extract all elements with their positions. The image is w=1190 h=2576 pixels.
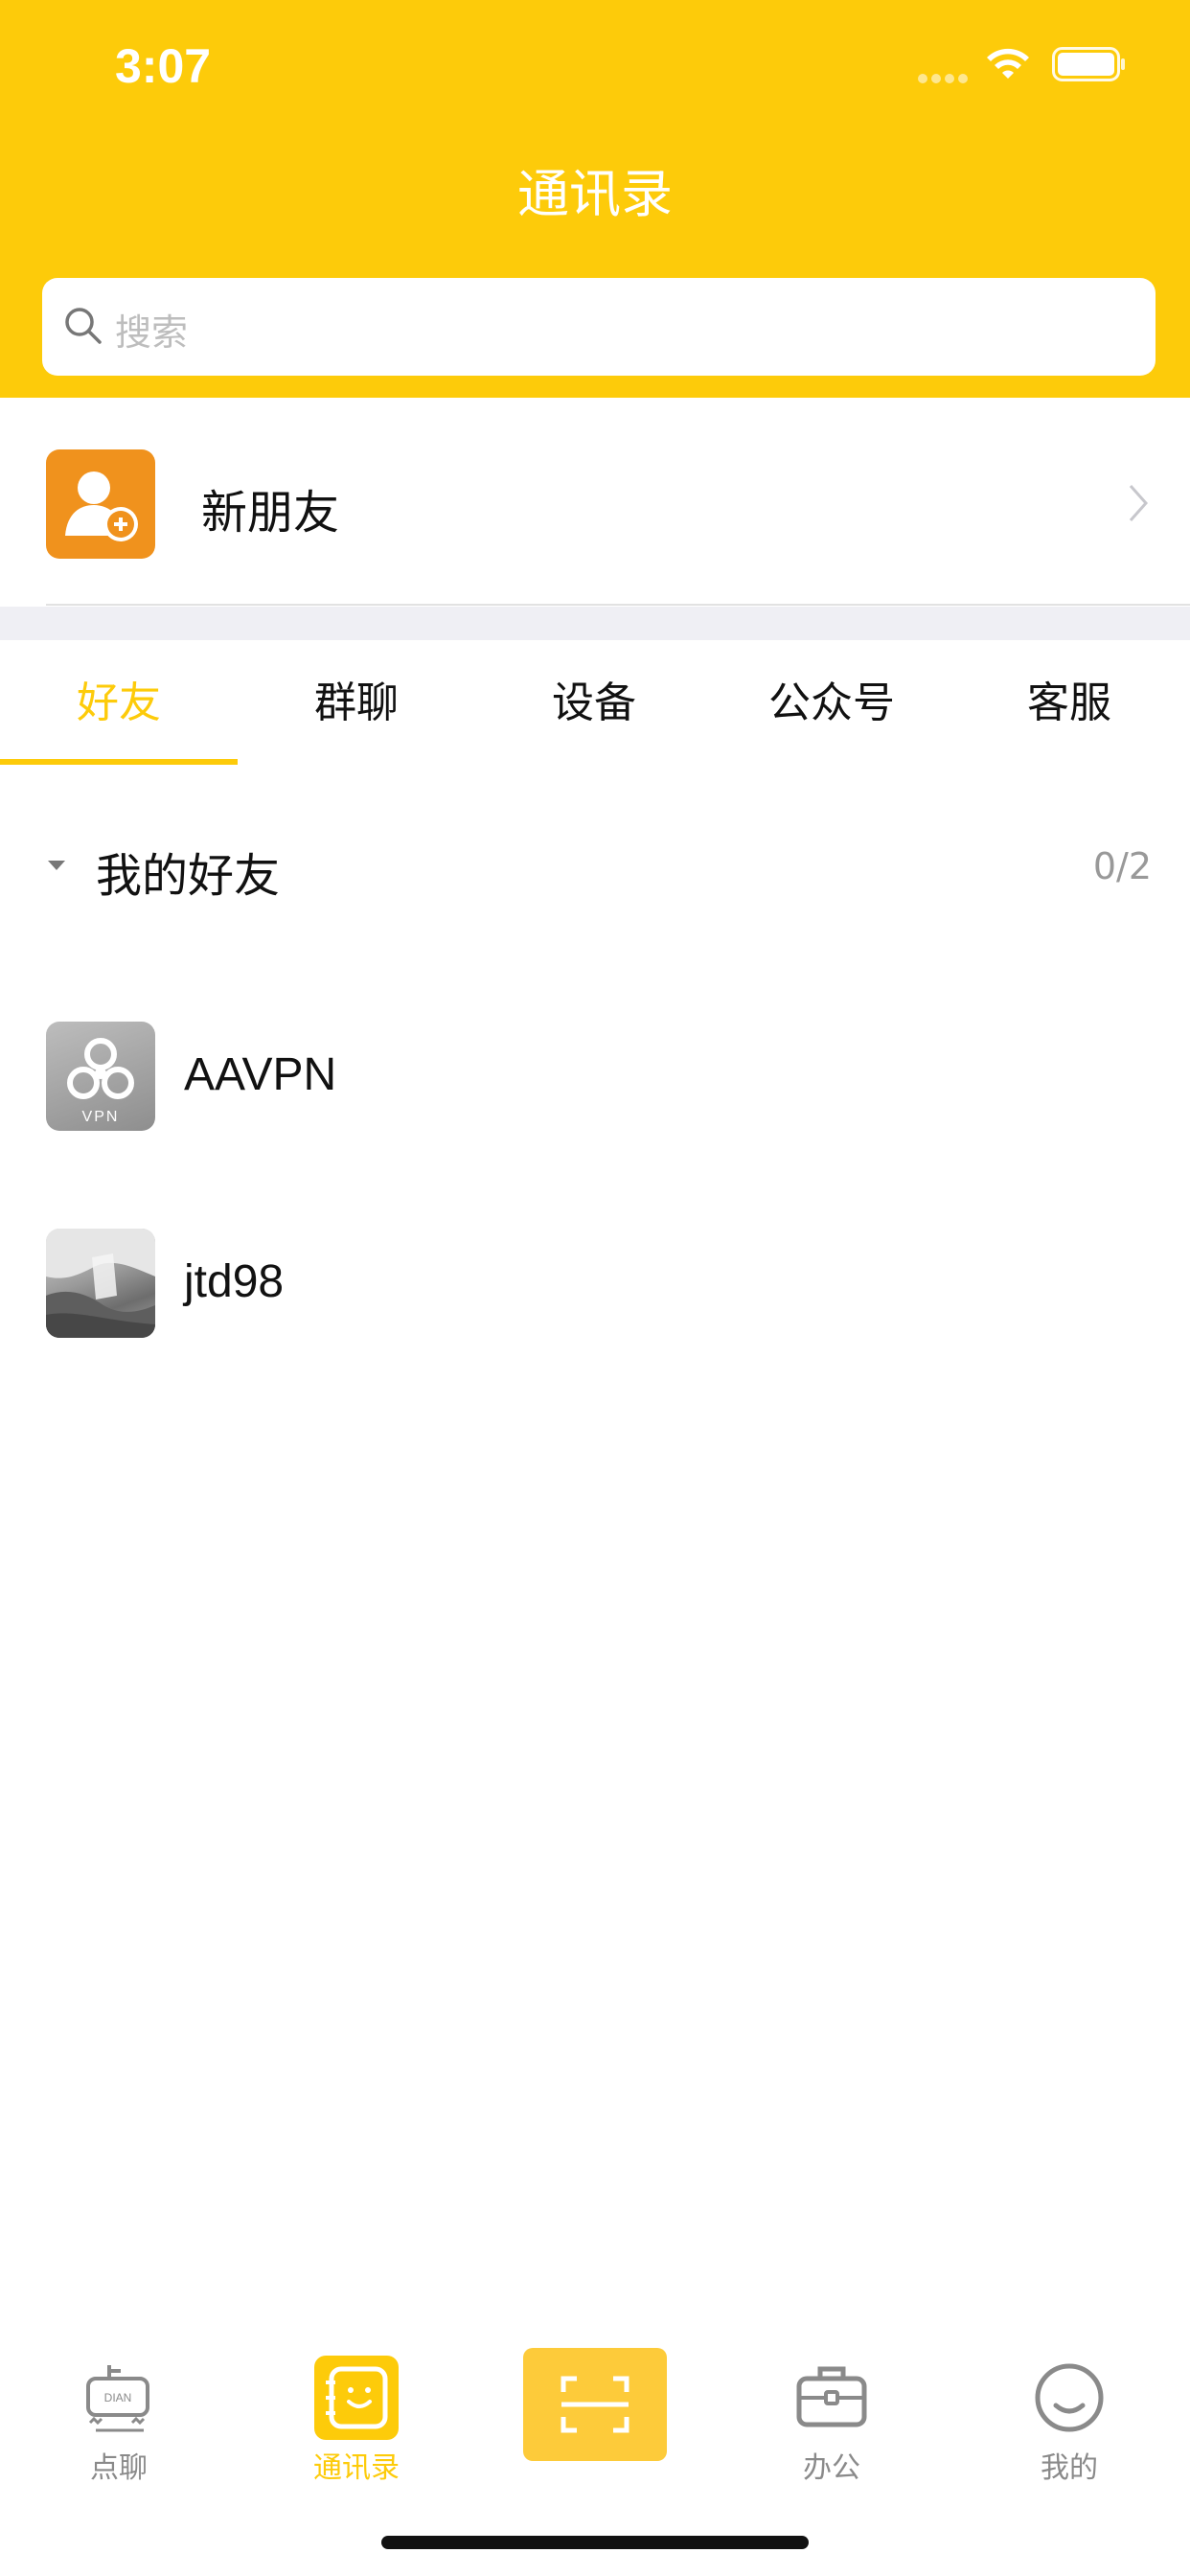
tab-label: 通讯录 — [313, 2451, 400, 2485]
contact-row[interactable]: jtd98 — [0, 1211, 1190, 1355]
tab-office[interactable]: 办公 — [713, 2329, 950, 2492]
search-icon — [65, 308, 102, 344]
vpn-avatar: VPN — [46, 1022, 155, 1131]
divider — [46, 604, 1190, 606]
search-placeholder: 搜索 — [115, 311, 189, 354]
home-indicator — [381, 2536, 809, 2549]
smiley-icon — [1035, 2363, 1104, 2432]
caret-down-icon — [48, 861, 65, 870]
tab-group-chats[interactable]: 群聊 — [238, 640, 475, 767]
group-count: 0/2 — [1092, 845, 1152, 887]
new-friends-row[interactable]: 新朋友 — [0, 398, 1190, 607]
wifi-icon — [987, 48, 1029, 79]
header: 3:07 通讯录 搜索 — [0, 0, 1190, 398]
scan-icon — [561, 2376, 629, 2433]
tab-me[interactable]: 我的 — [950, 2329, 1188, 2492]
section-gap — [0, 607, 1190, 640]
cellular-signal-icon — [918, 69, 972, 83]
battery-icon — [1052, 47, 1125, 81]
search-input[interactable]: 搜索 — [42, 278, 1156, 376]
tab-customer-service[interactable]: 客服 — [950, 640, 1188, 767]
contacts-book-icon — [314, 2356, 399, 2440]
svg-text:DIAN: DIAN — [104, 2391, 132, 2404]
contact-tabs: 好友 群聊 设备 公众号 客服 — [0, 640, 1190, 767]
status-time: 3:07 — [115, 39, 212, 93]
add-friend-icon — [46, 449, 155, 559]
tab-official-accounts[interactable]: 公众号 — [713, 640, 950, 767]
tab-label: 我的 — [1041, 2451, 1098, 2485]
scan-button[interactable] — [523, 2348, 667, 2461]
tab-contacts[interactable]: 通讯录 — [238, 2329, 475, 2492]
contact-name: jtd98 — [184, 1256, 285, 1307]
friend-group-header[interactable]: 我的好友 0/2 — [0, 815, 1190, 930]
dian-chat-icon: DIAN — [86, 2365, 149, 2432]
tab-devices[interactable]: 设备 — [475, 640, 713, 767]
avatar — [46, 1229, 155, 1338]
briefcase-icon — [796, 2366, 867, 2427]
active-tab-indicator — [0, 759, 238, 765]
tab-friends[interactable]: 好友 — [0, 640, 238, 767]
contact-row[interactable]: VPN AAVPN — [0, 1004, 1190, 1148]
svg-text:VPN: VPN — [82, 1109, 120, 1125]
new-friends-label: 新朋友 — [201, 486, 340, 540]
tab-dian-chat[interactable]: DIAN 点聊 — [0, 2329, 238, 2492]
group-title: 我的好友 — [96, 849, 281, 903]
tab-label: 办公 — [803, 2451, 860, 2485]
page-title: 通讯录 — [517, 164, 673, 224]
chevron-right-icon — [1129, 485, 1149, 521]
tab-label: 点聊 — [90, 2451, 148, 2485]
contact-name: AAVPN — [184, 1049, 337, 1100]
